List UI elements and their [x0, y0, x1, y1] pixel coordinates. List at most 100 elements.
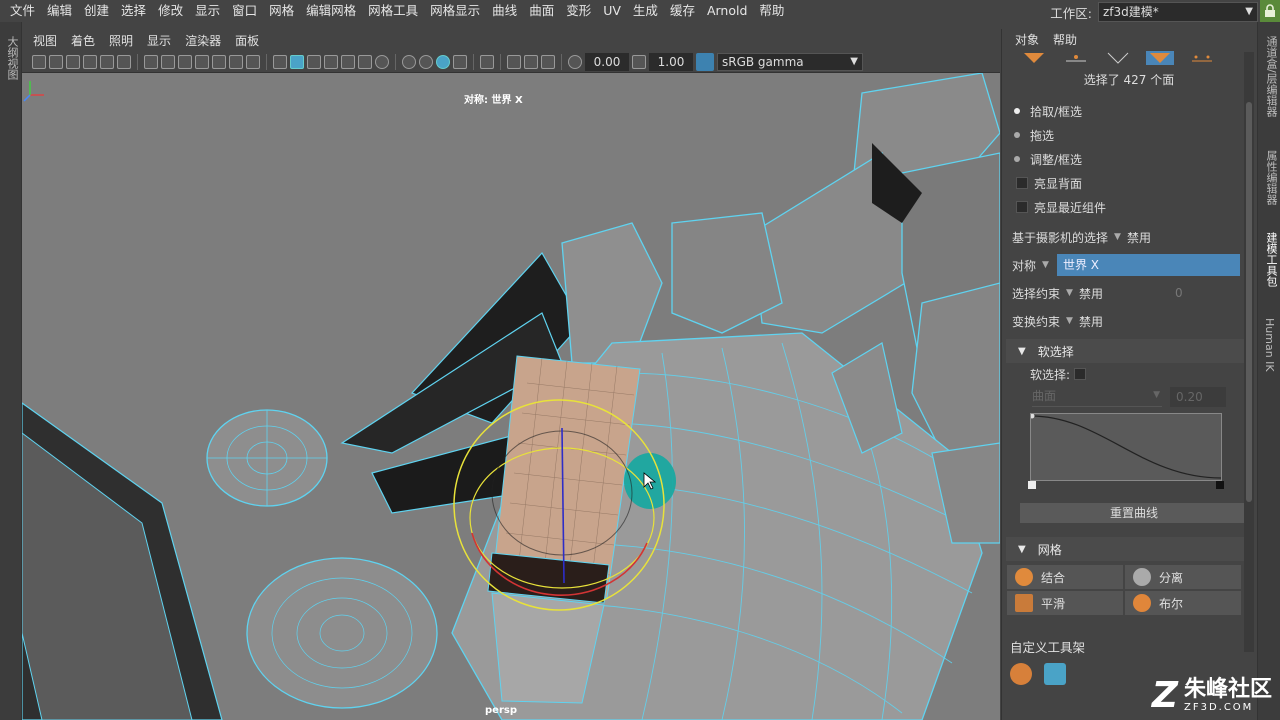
shadows-icon[interactable] [358, 54, 372, 69]
menu-file[interactable]: 文件 [4, 0, 41, 22]
human-ik-tab[interactable]: Human IK [1263, 318, 1276, 372]
menu-generate[interactable]: 生成 [627, 0, 664, 22]
grid-icon[interactable] [144, 54, 158, 69]
toolkit-scrollbar[interactable] [1244, 52, 1254, 652]
gamma-field[interactable]: 1.00 [649, 52, 693, 71]
xray-components-icon[interactable] [453, 54, 467, 69]
image-plane-icon[interactable] [83, 54, 97, 69]
menu-edit[interactable]: 编辑 [41, 0, 78, 22]
depth-of-field-icon[interactable] [541, 54, 555, 69]
menu-uv[interactable]: UV [597, 0, 627, 22]
outliner-tab[interactable]: 大纲视图 [4, 36, 20, 80]
hud-icon[interactable] [480, 54, 494, 69]
viewport-3d[interactable]: 对称: 世界 X persp [22, 73, 1000, 720]
scrollbar-thumb[interactable] [1246, 102, 1252, 502]
menu-cache[interactable]: 缓存 [664, 0, 701, 22]
toolkit-menu-help[interactable]: 帮助 [1046, 31, 1084, 48]
motion-blur-icon[interactable] [524, 54, 538, 69]
use-all-lights-icon[interactable] [341, 54, 355, 69]
radio-pick-marquee[interactable]: 拾取/框选 [1002, 99, 1256, 123]
safe-action-icon[interactable] [229, 54, 243, 69]
safe-title-icon[interactable] [246, 54, 260, 69]
camera-attributes-icon[interactable] [49, 54, 63, 69]
panel-menu-view[interactable]: 视图 [26, 32, 64, 49]
xray-icon[interactable] [419, 54, 433, 69]
menu-mesh-tools[interactable]: 网格工具 [362, 0, 424, 22]
gamma-icon[interactable] [632, 54, 646, 69]
textured-icon[interactable] [324, 54, 338, 69]
checkbox-highlight-backfaces[interactable]: 亮显背面 [1002, 171, 1256, 195]
smooth-button[interactable]: 平滑 [1007, 591, 1123, 615]
soft-select-section-header[interactable]: ▼ 软选择 [1006, 339, 1252, 363]
shelf-tool-icon[interactable] [1044, 663, 1066, 685]
menu-deform[interactable]: 变形 [560, 0, 597, 22]
reset-curve-button[interactable]: 重置曲线 [1020, 503, 1248, 523]
xray-joints-icon[interactable] [436, 54, 450, 69]
attribute-editor-tab[interactable]: 属性编辑器 [1263, 150, 1279, 205]
film-gate-icon[interactable] [161, 54, 175, 69]
menu-surfaces[interactable]: 曲面 [523, 0, 560, 22]
symmetry-value[interactable]: 世界 X [1056, 254, 1240, 276]
menu-create[interactable]: 创建 [78, 0, 115, 22]
transform-constraint-row[interactable]: 变换约束 ▼ 禁用 [1002, 307, 1256, 335]
edge-mode-icon[interactable] [1104, 51, 1132, 65]
screen-space-ao-icon[interactable] [375, 54, 389, 69]
menu-mesh-display[interactable]: 网格显示 [424, 0, 486, 22]
separate-button[interactable]: 分离 [1125, 565, 1241, 589]
select-constraint-number[interactable]: 0 [1175, 286, 1183, 300]
checkbox-box[interactable] [1074, 368, 1087, 380]
menu-edit-mesh[interactable]: 编辑网格 [300, 0, 362, 22]
symmetry-row[interactable]: 对称 ▼ 世界 X [1002, 251, 1256, 279]
exposure-field[interactable]: 0.00 [585, 52, 629, 71]
workspace-dropdown[interactable]: zf3d建模* ▼ [1098, 2, 1258, 22]
falloff-radius-field[interactable]: 0.20 [1170, 387, 1226, 407]
menu-curves[interactable]: 曲线 [486, 0, 523, 22]
panel-menu-lighting[interactable]: 照明 [102, 32, 140, 49]
vertex-mode-icon[interactable] [1062, 51, 1090, 65]
panel-menu-panels[interactable]: 面板 [228, 32, 266, 49]
smooth-shade-icon[interactable] [290, 54, 304, 69]
shelf-tool-icon[interactable] [1010, 663, 1032, 685]
menu-select[interactable]: 选择 [115, 0, 152, 22]
falloff-mode-dropdown[interactable]: 曲面 ▼ [1032, 387, 1162, 407]
boolean-button[interactable]: 布尔 [1125, 591, 1241, 615]
channel-box-tab[interactable]: 通道盒/层编辑器 [1263, 36, 1279, 117]
color-management-icon[interactable] [696, 52, 714, 71]
panel-menu-show[interactable]: 显示 [140, 32, 178, 49]
radio-drag[interactable]: 拖选 [1002, 123, 1256, 147]
exposure-icon[interactable] [568, 54, 582, 69]
color-space-dropdown[interactable]: sRGB gamma ▼ [717, 52, 863, 71]
panel-menu-shading[interactable]: 着色 [64, 32, 102, 49]
menu-mesh[interactable]: 网格 [263, 0, 300, 22]
curve-key-left[interactable] [1028, 481, 1036, 489]
panel-menu-renderer[interactable]: 渲染器 [178, 32, 228, 49]
grease-pencil-icon[interactable] [100, 54, 114, 69]
object-mode-icon[interactable] [1020, 51, 1048, 65]
curve-key-right[interactable] [1216, 481, 1224, 489]
menu-display[interactable]: 显示 [189, 0, 226, 22]
face-mode-icon[interactable] [1146, 51, 1174, 65]
menu-window[interactable]: 窗口 [226, 0, 263, 22]
radio-tweak-marquee[interactable]: 调整/框选 [1002, 147, 1256, 171]
menu-modify[interactable]: 修改 [152, 0, 189, 22]
combine-button[interactable]: 结合 [1007, 565, 1123, 589]
toolkit-menu-object[interactable]: 对象 [1008, 31, 1046, 48]
menu-help[interactable]: 帮助 [753, 0, 790, 22]
isolate-select-icon[interactable] [402, 54, 416, 69]
soft-select-toggle[interactable]: 软选择: [1002, 363, 1256, 385]
select-constraint-row[interactable]: 选择约束 ▼ 禁用 0 [1002, 279, 1256, 307]
gate-mask-icon[interactable] [195, 54, 209, 69]
checkbox-highlight-nearest[interactable]: 亮显最近组件 [1002, 195, 1256, 219]
resolution-gate-icon[interactable] [178, 54, 192, 69]
two-d-pan-icon[interactable] [117, 54, 131, 69]
lock-icon[interactable] [1260, 0, 1280, 22]
menu-arnold[interactable]: Arnold [701, 0, 753, 22]
select-camera-icon[interactable] [32, 54, 46, 69]
wireframe-on-shaded-icon[interactable] [307, 54, 321, 69]
uv-mode-icon[interactable] [1188, 51, 1216, 65]
multisample-icon[interactable] [507, 54, 521, 69]
camera-based-selection-row[interactable]: 基于摄影机的选择 ▼ 禁用 [1002, 223, 1256, 251]
bookmark-icon[interactable] [66, 54, 80, 69]
falloff-curve-editor[interactable] [1029, 413, 1222, 481]
wireframe-icon[interactable] [273, 54, 287, 69]
